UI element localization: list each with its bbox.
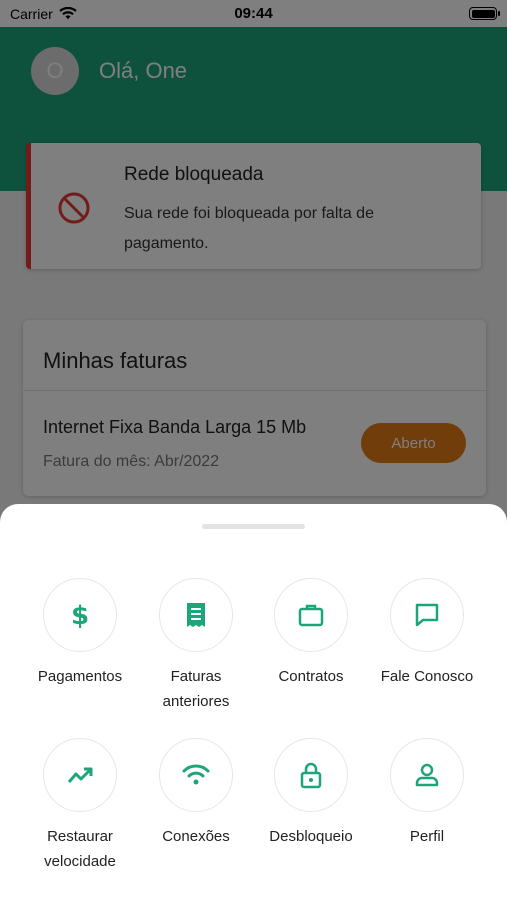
action-restaurar-velocidade[interactable]: Restaurar velocidade [20,738,140,874]
dollar-icon: $ [71,601,89,630]
sheet-drag-handle[interactable] [202,524,305,529]
receipt-icon [187,603,205,627]
action-label: Restaurar velocidade [44,828,116,870]
action-label: Conexões [162,828,230,845]
lock-icon [300,762,322,789]
action-circle[interactable] [390,578,464,652]
action-label: Perfil [409,828,445,845]
action-conexoes[interactable]: Conexões [136,738,256,849]
action-circle[interactable] [159,578,233,652]
user-icon [415,763,439,787]
action-label: Fale Conosco [380,668,474,685]
action-circle[interactable] [43,738,117,812]
action-label: Contratos [278,668,344,685]
action-label: Pagamentos [37,668,123,685]
action-fale-conosco[interactable]: Fale Conosco [367,578,487,689]
action-label: Faturas anteriores [162,668,230,710]
chat-icon [415,603,439,627]
action-contratos[interactable]: Contratos [251,578,371,689]
action-circle[interactable] [159,738,233,812]
action-faturas-anteriores[interactable]: Faturas anteriores [136,578,256,714]
action-circle[interactable] [274,578,348,652]
wifi-icon [182,764,210,785]
actions-bottom-sheet: $ Pagamentos Faturas anteriores Contrato… [0,504,507,900]
action-label: Desbloqueio [269,828,353,845]
action-circle[interactable] [274,738,348,812]
action-desbloqueio[interactable]: Desbloqueio [251,738,371,849]
svg-text:$: $ [71,601,89,630]
action-perfil[interactable]: Perfil [367,738,487,849]
action-pagamentos[interactable]: $ Pagamentos [20,578,140,689]
briefcase-icon [298,604,324,627]
action-circle[interactable]: $ [43,578,117,652]
action-circle[interactable] [390,738,464,812]
trending-up-icon [67,767,93,783]
